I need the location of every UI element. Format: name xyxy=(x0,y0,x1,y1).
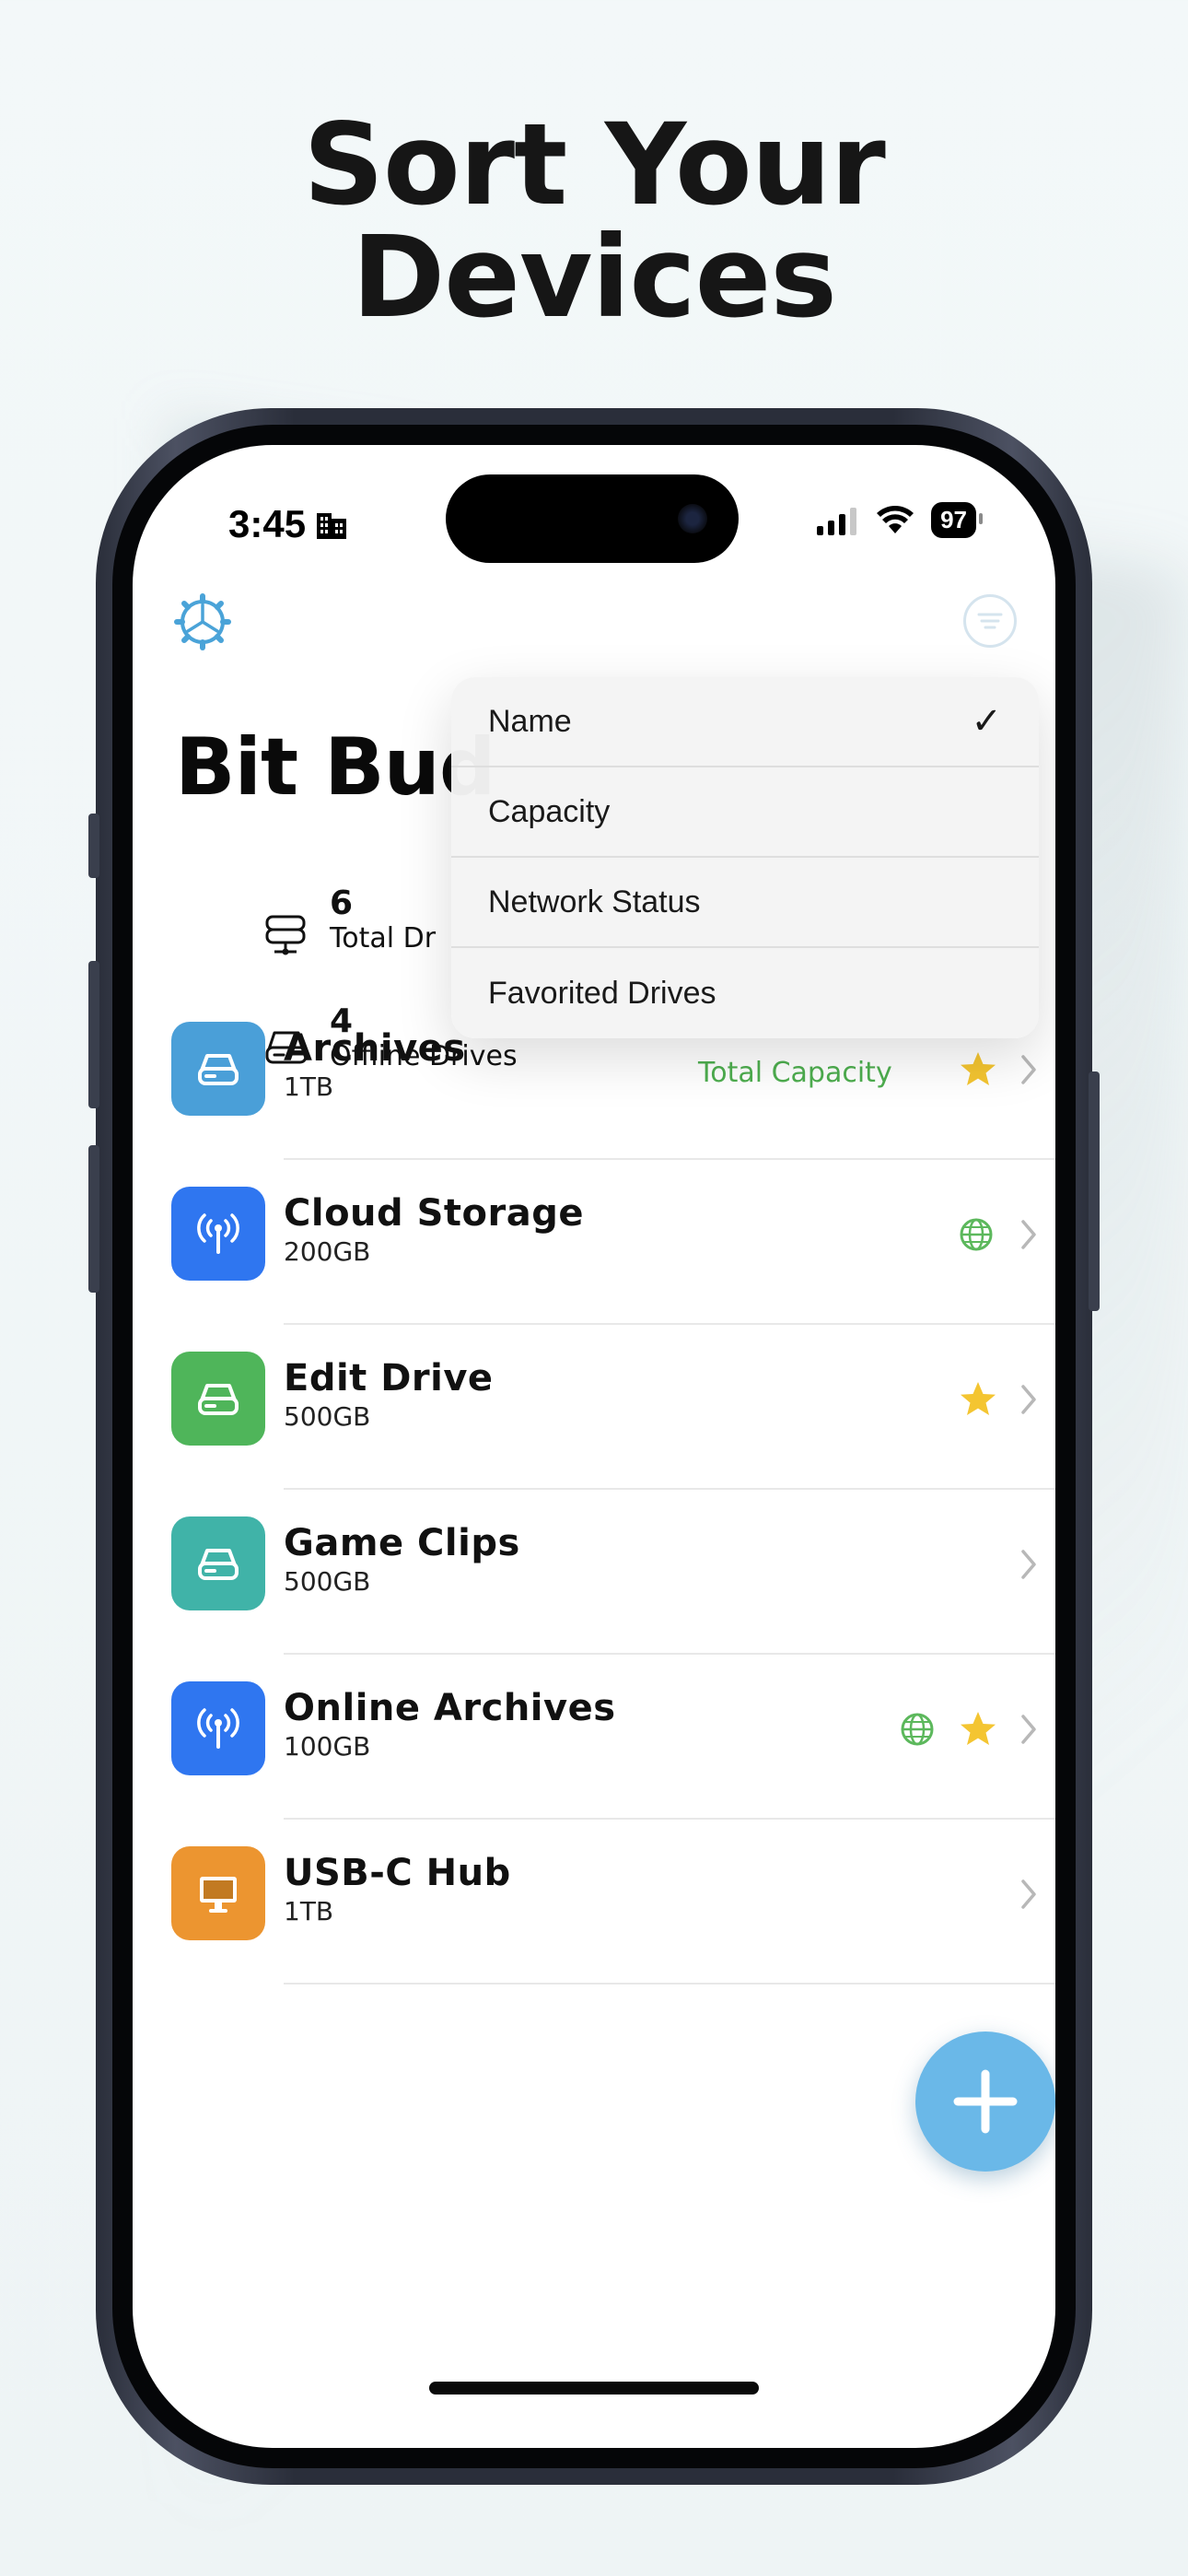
marketing-headline: Sort Your Devices xyxy=(0,109,1188,334)
drive-size: 500GB xyxy=(284,1566,371,1597)
chevron-right-icon xyxy=(1021,1550,1036,1579)
favorite-star-icon[interactable] xyxy=(958,1049,998,1090)
phone-bezel: 3:45 97 Bit Bud 6 Total Dr 4 Offline Dri… xyxy=(112,425,1076,2468)
status-indicators: 97 xyxy=(815,502,983,538)
power-button xyxy=(1089,1071,1100,1311)
drive-name: Online Archives xyxy=(284,1687,616,1729)
chevron-right-icon xyxy=(1021,1385,1036,1414)
drive-name: Archives xyxy=(284,1027,466,1070)
drive-name: USB-C Hub xyxy=(284,1852,511,1894)
drive-size: 500GB xyxy=(284,1401,371,1432)
row-divider xyxy=(284,1488,1055,1490)
camera-icon xyxy=(678,504,707,533)
app-screen: 3:45 97 Bit Bud 6 Total Dr 4 Offline Dri… xyxy=(133,445,1055,2448)
headline-line-2: Devices xyxy=(351,212,837,343)
app-title: Bit Bud xyxy=(175,721,495,814)
filter-lines-icon xyxy=(977,613,1003,629)
favorite-star-icon[interactable] xyxy=(958,1379,998,1420)
sort-option-label: Favorited Drives xyxy=(488,975,716,1011)
phone-frame: 3:45 97 Bit Bud 6 Total Dr 4 Offline Dri… xyxy=(88,408,1100,2485)
drive-size: 200GB xyxy=(284,1236,371,1267)
battery-indicator: 97 xyxy=(931,502,983,538)
drive-name: Game Clips xyxy=(284,1522,520,1564)
network-globe-icon xyxy=(960,1218,993,1251)
row-divider xyxy=(284,1323,1055,1325)
home-indicator[interactable] xyxy=(429,2382,759,2395)
chevron-right-icon xyxy=(1021,1879,1036,1909)
drive-size: 1TB xyxy=(284,1071,334,1102)
row-divider xyxy=(284,1983,1055,1985)
settings-gear-icon[interactable] xyxy=(173,592,232,651)
hard-drive-icon xyxy=(171,1516,265,1610)
wifi-icon xyxy=(877,505,914,533)
drive-size: 1TB xyxy=(284,1896,334,1926)
drive-row-edit-drive[interactable]: Edit Drive 500GB xyxy=(133,1326,1055,1490)
sort-option-name[interactable]: Name ✓ xyxy=(451,677,1039,767)
add-drive-button[interactable] xyxy=(915,2032,1055,2172)
sort-option-label: Name xyxy=(488,703,572,739)
drive-stack-icon xyxy=(265,915,306,955)
checkmark-icon: ✓ xyxy=(971,700,1002,743)
status-time: 3:45 xyxy=(228,502,348,546)
row-divider xyxy=(284,1158,1055,1160)
drive-row-cloud-storage[interactable]: Cloud Storage 200GB xyxy=(133,1161,1055,1325)
network-globe-icon xyxy=(901,1713,934,1746)
row-divider xyxy=(284,1653,1055,1655)
sort-option-capacity[interactable]: Capacity xyxy=(451,767,1039,858)
sort-menu: Name ✓ Capacity Network Status Favorited Dri… xyxy=(451,677,1039,1038)
total-drives-value: 6 xyxy=(330,884,354,922)
drive-name: Cloud Storage xyxy=(284,1192,584,1235)
row-divider xyxy=(284,1818,1055,1820)
chevron-right-icon xyxy=(1021,1220,1036,1249)
status-time-label: 3:45 xyxy=(228,502,307,545)
sort-option-favorited-drives[interactable]: Favorited Drives xyxy=(451,948,1039,1038)
drive-row-online-archives[interactable]: Online Archives 100GB xyxy=(133,1656,1055,1820)
volume-down-button xyxy=(88,1145,99,1293)
total-drives-label: Total Dr xyxy=(330,922,437,954)
building-icon xyxy=(317,513,347,539)
headline-line-1: Sort Your xyxy=(303,100,886,230)
action-button xyxy=(88,814,99,878)
drive-name: Edit Drive xyxy=(284,1357,494,1399)
sort-option-label: Network Status xyxy=(488,884,701,919)
plus-icon xyxy=(953,2069,1018,2134)
sort-option-label: Capacity xyxy=(488,793,611,829)
volume-up-button xyxy=(88,961,99,1108)
drive-size: 100GB xyxy=(284,1731,371,1762)
sort-option-network-status[interactable]: Network Status xyxy=(451,858,1039,948)
stat-total-drives: 6 Total Dr xyxy=(262,885,436,959)
drive-row-usb-c-hub[interactable]: USB-C Hub 1TB xyxy=(133,1821,1055,1985)
antenna-icon xyxy=(171,1187,265,1281)
antenna-icon xyxy=(171,1681,265,1775)
favorite-star-icon[interactable] xyxy=(958,1709,998,1750)
dynamic-island xyxy=(446,474,739,563)
sort-filter-button[interactable] xyxy=(963,594,1017,648)
drive-row-game-clips[interactable]: Game Clips 500GB xyxy=(133,1491,1055,1655)
hard-drive-icon xyxy=(171,1022,265,1116)
hard-drive-icon xyxy=(171,1352,265,1446)
cellular-signal-icon xyxy=(817,507,857,535)
chevron-right-icon xyxy=(1021,1715,1036,1744)
monitor-icon xyxy=(171,1846,265,1940)
chevron-right-icon xyxy=(1021,1055,1036,1084)
